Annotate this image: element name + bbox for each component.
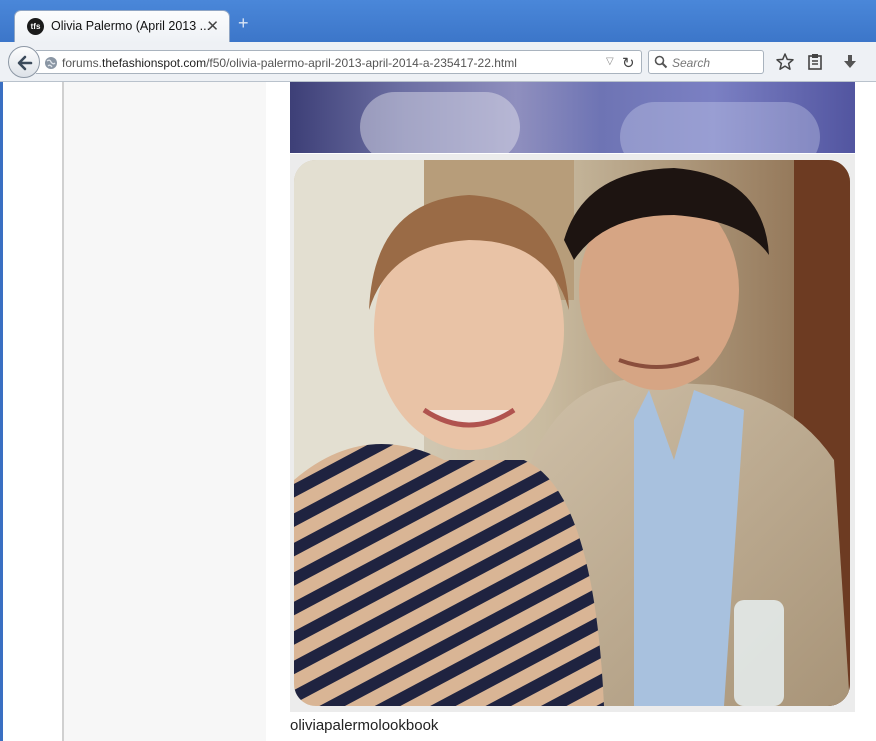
photo-couple-image: [294, 160, 850, 706]
url-text[interactable]: forums.thefashionspot.com/f50/olivia-pal…: [62, 56, 517, 70]
navigation-toolbar: forums.thefashionspot.com/f50/olivia-pal…: [0, 42, 876, 82]
download-icon[interactable]: [840, 52, 860, 72]
search-icon: [654, 55, 668, 69]
star-icon[interactable]: [775, 52, 795, 72]
url-path: /f50/olivia-palermo-april-2013-april-201…: [206, 56, 517, 70]
new-tab-button[interactable]: +: [238, 14, 249, 32]
browser-tab[interactable]: tfs Olivia Palermo (April 2013 ... ✕: [14, 10, 230, 43]
back-button[interactable]: [8, 46, 40, 78]
search-box[interactable]: Search: [648, 50, 764, 74]
globe-icon: [45, 57, 57, 69]
post-caption: oliviapalermolookbook: [290, 717, 439, 734]
window-frame-left: [0, 82, 3, 741]
sidebar-panel: [64, 82, 266, 741]
site-favicon-icon: tfs: [27, 18, 44, 35]
tab-close-icon[interactable]: ✕: [206, 17, 219, 35]
search-placeholder: Search: [672, 56, 711, 70]
photo-couple: [290, 154, 855, 712]
url-prefix: forums.: [62, 56, 103, 70]
address-bar[interactable]: forums.thefashionspot.com/f50/olivia-pal…: [36, 50, 642, 74]
reload-icon[interactable]: ↻: [622, 54, 635, 72]
clipboard-icon[interactable]: [805, 52, 825, 72]
tab-title: Olivia Palermo (April 2013 ...: [51, 19, 211, 33]
browser-titlebar: tfs Olivia Palermo (April 2013 ... ✕ +: [0, 0, 876, 43]
back-arrow-icon: [17, 55, 33, 71]
url-domain: thefashionspot.com: [102, 56, 207, 70]
photo-partial-top: [290, 82, 855, 153]
dropdown-icon[interactable]: ▽: [606, 56, 614, 67]
